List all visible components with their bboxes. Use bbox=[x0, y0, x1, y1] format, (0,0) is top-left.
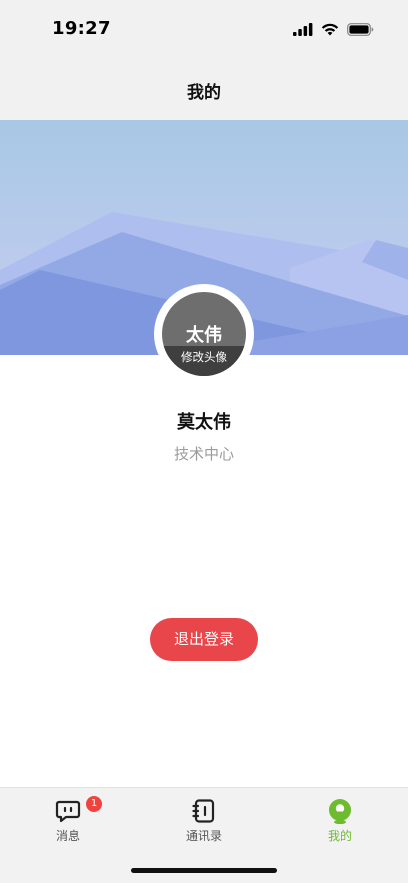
avatar[interactable]: 太伟 修改头像 bbox=[162, 292, 246, 376]
wifi-icon bbox=[321, 23, 339, 35]
tab-label-profile: 我的 bbox=[327, 829, 352, 843]
contacts-icon bbox=[192, 799, 215, 823]
tab-label-messages: 消息 bbox=[55, 829, 80, 843]
status-icons bbox=[293, 21, 374, 37]
home-indicator bbox=[131, 868, 277, 873]
page-title: 我的 bbox=[187, 83, 221, 103]
tab-profile[interactable]: 我的 bbox=[285, 792, 395, 848]
tab-contacts[interactable]: 通讯录 bbox=[149, 792, 259, 848]
status-time: 19:27 bbox=[52, 18, 111, 39]
user-department: 技术中心 bbox=[173, 445, 234, 463]
profile-icon bbox=[329, 799, 351, 824]
tab-messages[interactable]: 1 消息 bbox=[13, 792, 123, 848]
nav-bar: 我的 bbox=[0, 60, 408, 120]
message-icon bbox=[55, 800, 81, 823]
cellular-signal-icon bbox=[293, 22, 313, 36]
logout-button[interactable]: 退出登录 bbox=[150, 618, 258, 661]
unread-badge: 1 bbox=[86, 796, 102, 812]
tab-label-contacts: 通讯录 bbox=[185, 829, 222, 843]
change-avatar-button[interactable]: 修改头像 bbox=[162, 346, 246, 376]
status-bar: 19:27 bbox=[0, 0, 408, 60]
user-name: 莫太伟 bbox=[177, 412, 231, 433]
avatar-initials: 太伟 bbox=[186, 325, 222, 346]
screen: 19:27 我的 太伟 修改头像 莫太伟 技术中心 退出登录 1 消息 通讯录 … bbox=[0, 0, 408, 883]
battery-icon bbox=[347, 22, 374, 36]
